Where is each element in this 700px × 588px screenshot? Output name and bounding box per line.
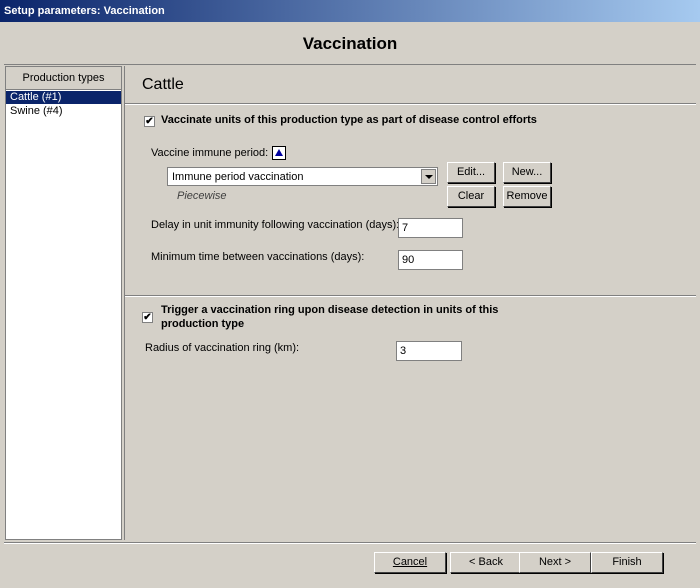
section-title: Cattle [142,76,184,93]
production-types-header: Production types [6,67,121,90]
immune-period-select[interactable]: Immune period vaccination [167,167,438,186]
immune-period-subtext: Piecewise [177,190,227,202]
next-button[interactable]: Next > [519,552,591,573]
settings-panel: Cattle ✔ Vaccinate units of this product… [124,66,696,540]
footer-divider [4,542,696,544]
section-divider [125,295,696,297]
edit-button[interactable]: Edit... [447,162,495,183]
production-type-item-swine[interactable]: Swine (#4) [6,105,121,118]
min-time-label: Minimum time between vaccinations (days)… [151,251,365,263]
section-divider [125,103,696,105]
page-header: Vaccination [4,24,696,65]
new-button[interactable]: New... [503,162,551,183]
radius-input[interactable]: 3 [396,341,462,361]
chevron-down-icon[interactable] [421,169,436,184]
production-type-item-cattle[interactable]: Cattle (#1) [6,91,121,104]
production-types-panel: Production types Cattle (#1) Swine (#4) [5,66,122,540]
back-button[interactable]: < Back [450,552,522,573]
remove-button[interactable]: Remove [503,186,551,207]
window-title: Setup parameters: Vaccination [4,5,165,17]
cancel-button[interactable]: Cancel [374,552,446,573]
vaccinate-label: Vaccinate units of this production type … [161,114,537,126]
triangle-chart-icon[interactable] [272,146,286,160]
min-time-input[interactable]: 90 [398,250,463,270]
title-bar: Setup parameters: Vaccination [0,0,700,22]
cancel-label: Cancel [392,556,428,568]
delay-label: Delay in unit immunity following vaccina… [151,219,400,231]
immune-period-select-value: Immune period vaccination [172,171,304,183]
trigger-ring-label-line2: production type [161,318,245,330]
page-title: Vaccination [302,34,398,53]
finish-button[interactable]: Finish [591,552,663,573]
trigger-ring-checkbox[interactable]: ✔ [142,312,153,323]
clear-button[interactable]: Clear [447,186,495,207]
delay-input[interactable]: 7 [398,218,463,238]
radius-label: Radius of vaccination ring (km): [145,342,300,354]
trigger-ring-label-line1: Trigger a vaccination ring upon disease … [161,304,499,316]
vaccinate-checkbox[interactable]: ✔ [144,116,155,127]
immune-period-label: Vaccine immune period: [151,147,269,159]
